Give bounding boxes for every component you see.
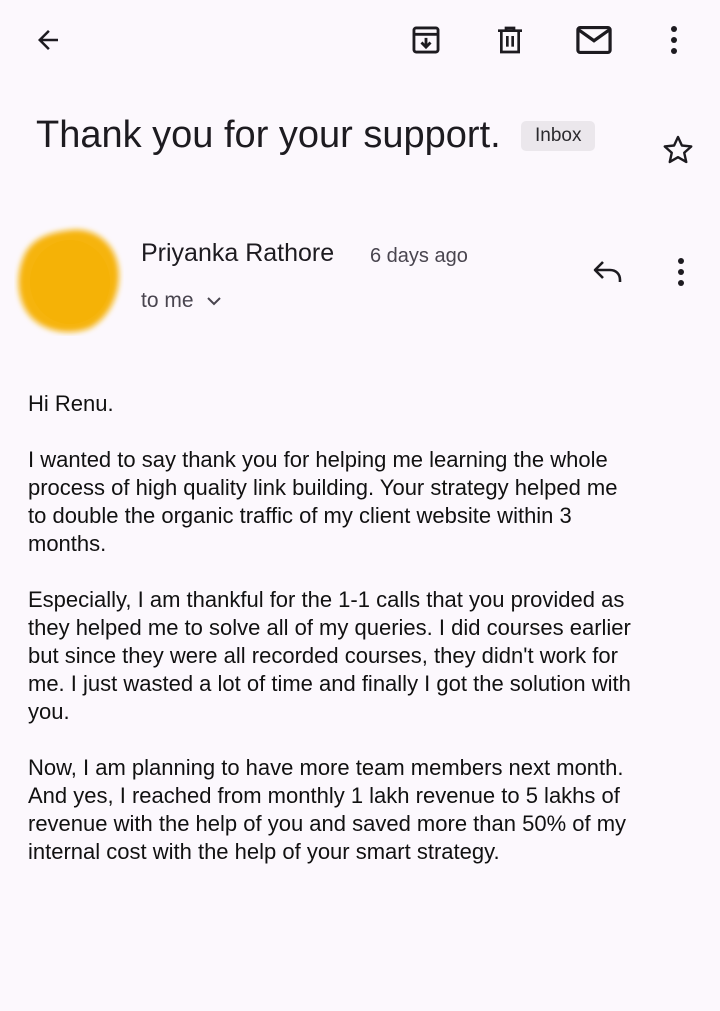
star-button[interactable] — [654, 126, 702, 174]
message-timestamp: 6 days ago — [370, 245, 468, 267]
body-paragraph: Now, I am planning to have more team mem… — [28, 754, 704, 866]
body-paragraph: Especially, I am thankful for the 1-1 ca… — [28, 586, 704, 726]
body-line: Now, I am planning to have more team mem… — [28, 755, 624, 780]
body-line: they helped me to solve all of my querie… — [28, 615, 631, 640]
sender-avatar[interactable] — [14, 224, 124, 336]
reply-button[interactable] — [584, 248, 632, 296]
body-paragraph: I wanted to say thank you for helping me… — [28, 446, 704, 558]
reply-icon — [593, 261, 622, 282]
email-subject: Thank you for your support. — [36, 114, 501, 156]
body-line: to double the organic traffic of my clie… — [28, 503, 572, 528]
email-view: Thank you for your support. Inbox Priyan… — [0, 0, 720, 1011]
body-line: me. I just wasted a lot of time and fina… — [28, 671, 631, 696]
body-line: process of high quality link building. Y… — [28, 475, 618, 500]
back-button[interactable] — [24, 16, 72, 64]
body-line: Especially, I am thankful for the 1-1 ca… — [28, 587, 625, 612]
body-line: but since they were all recorded courses… — [28, 643, 618, 668]
message-body: Hi Renu. I wanted to say thank you for h… — [28, 390, 704, 866]
archive-button[interactable] — [402, 16, 450, 64]
body-line: revenue with the help of you and saved m… — [28, 811, 627, 836]
mail-icon — [576, 25, 612, 55]
body-line: months. — [28, 531, 107, 556]
more-options-button[interactable] — [650, 16, 698, 64]
body-line: I wanted to say thank you for helping me… — [28, 447, 608, 472]
more-vert-icon — [671, 26, 677, 54]
trash-icon — [498, 26, 522, 54]
chevron-down-icon — [206, 297, 221, 306]
body-line: And yes, I reached from monthly 1 lakh r… — [28, 783, 620, 808]
body-line: internal cost with the help of your smar… — [28, 839, 500, 864]
mark-unread-button[interactable] — [570, 16, 618, 64]
more-vert-icon — [678, 258, 684, 286]
delete-button[interactable] — [486, 16, 534, 64]
archive-icon — [412, 26, 440, 54]
inbox-label-badge[interactable]: Inbox — [521, 121, 596, 151]
star-outline-icon — [663, 135, 693, 164]
arrow-left-icon — [38, 30, 58, 50]
sender-name[interactable]: Priyanka Rathore — [141, 237, 334, 269]
recipient-label: to me — [141, 289, 194, 312]
body-line: you. — [28, 699, 70, 724]
message-more-button[interactable] — [657, 248, 705, 296]
recipient-details-toggle[interactable]: to me — [141, 287, 222, 315]
body-greeting: Hi Renu. — [28, 391, 114, 416]
